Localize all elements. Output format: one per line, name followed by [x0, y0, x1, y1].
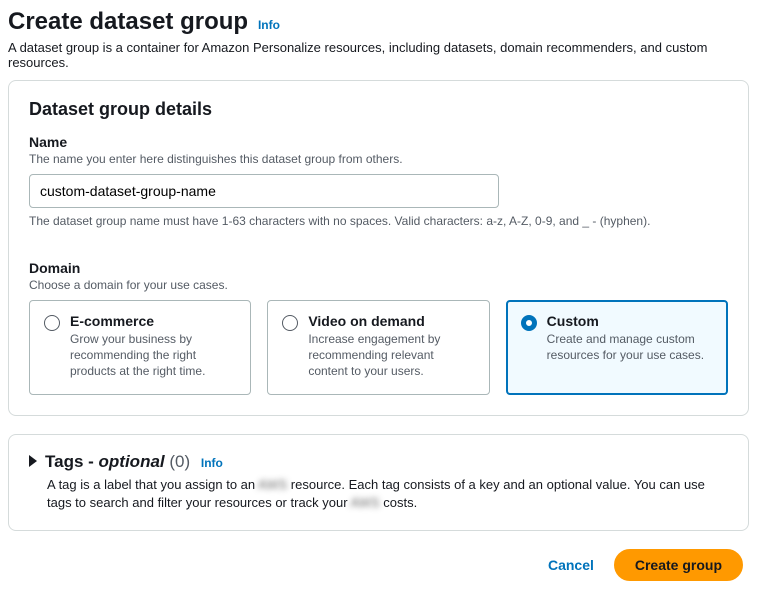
tile-title: Custom	[547, 313, 713, 329]
name-label: Name	[29, 134, 728, 150]
tags-panel: Tags - optional (0) Info A tag is a labe…	[8, 434, 749, 531]
domain-hint: Choose a domain for your use cases.	[29, 278, 728, 292]
page-title: Create dataset group	[8, 8, 248, 35]
details-panel: Dataset group details Name The name you …	[8, 80, 749, 416]
footer-actions: Cancel Create group	[8, 549, 749, 581]
page-header: Create dataset group Info	[8, 8, 749, 36]
cancel-button[interactable]: Cancel	[544, 551, 598, 579]
domain-tiles: E-commerce Grow your business by recomme…	[29, 300, 728, 395]
tags-description: A tag is a label that you assign to an A…	[47, 476, 728, 512]
name-input[interactable]	[29, 174, 499, 208]
tags-title: Tags - optional (0)	[45, 452, 195, 471]
radio-icon	[44, 315, 60, 331]
tile-desc: Grow your business by recommending the r…	[70, 331, 236, 380]
tile-desc: Increase engagement by recommending rele…	[308, 331, 474, 380]
redacted-text: AWS	[350, 495, 379, 510]
create-group-button[interactable]: Create group	[614, 549, 743, 581]
domain-tile-video[interactable]: Video on demand Increase engagement by r…	[267, 300, 489, 395]
caret-right-icon	[29, 455, 37, 467]
radio-icon	[521, 315, 537, 331]
tile-title: E-commerce	[70, 313, 236, 329]
name-constraint: The dataset group name must have 1-63 ch…	[29, 214, 728, 228]
domain-tile-ecommerce[interactable]: E-commerce Grow your business by recomme…	[29, 300, 251, 395]
tags-title-row: Tags - optional (0) Info	[45, 452, 223, 472]
tile-title: Video on demand	[308, 313, 474, 329]
domain-tile-custom[interactable]: Custom Create and manage custom resource…	[506, 300, 728, 395]
tags-toggle[interactable]: Tags - optional (0) Info	[29, 451, 728, 472]
domain-label: Domain	[29, 260, 728, 276]
details-panel-title: Dataset group details	[29, 99, 728, 120]
name-hint: The name you enter here distinguishes th…	[29, 152, 728, 166]
info-link-tags[interactable]: Info	[201, 456, 223, 470]
tile-desc: Create and manage custom resources for y…	[547, 331, 713, 363]
info-link-header[interactable]: Info	[258, 18, 280, 32]
radio-icon	[282, 315, 298, 331]
redacted-text: AWS	[258, 477, 287, 492]
page-description: A dataset group is a container for Amazo…	[8, 40, 749, 70]
domain-section: Domain Choose a domain for your use case…	[29, 260, 728, 395]
